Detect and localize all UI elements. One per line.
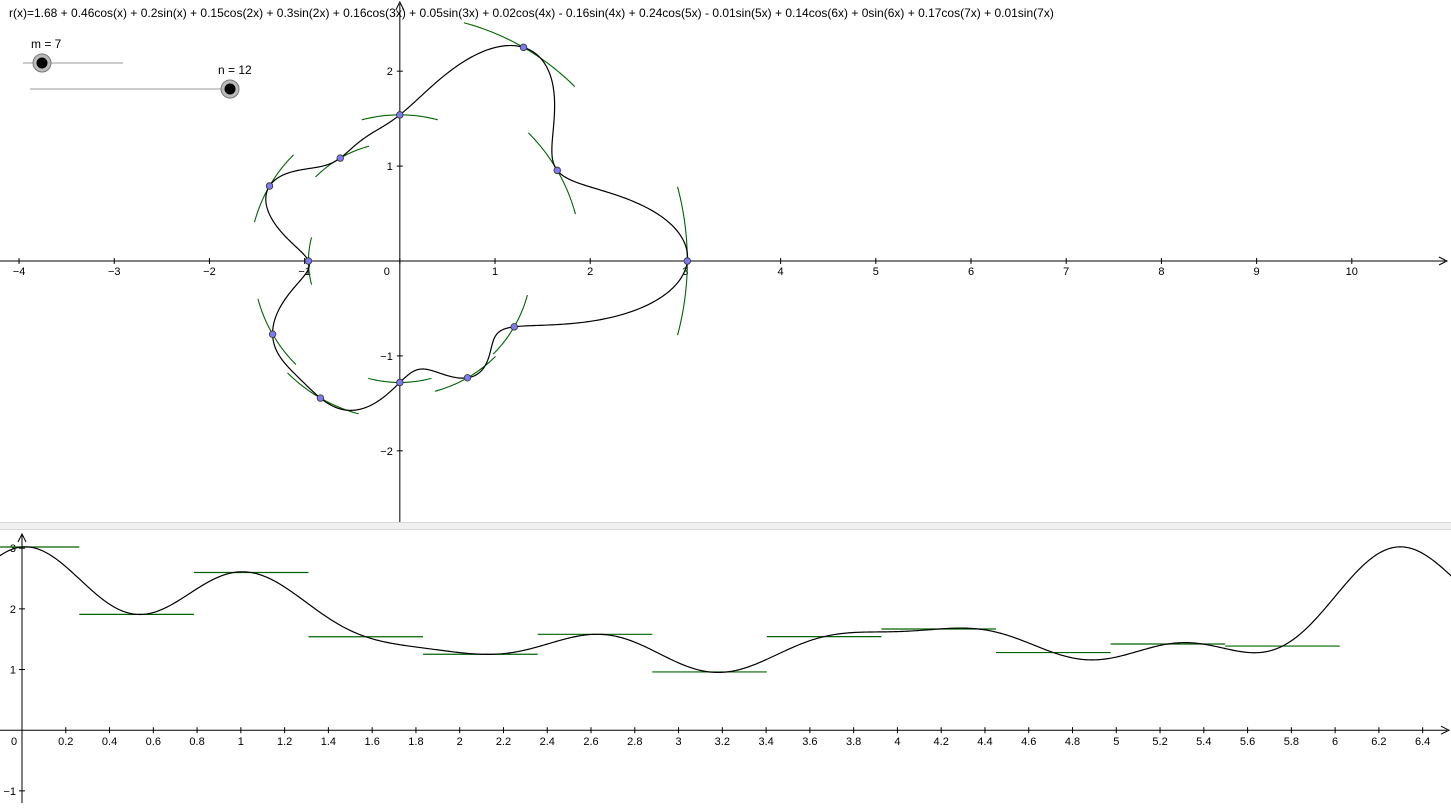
x-tick-label-bottom: 3.6 [802, 736, 817, 748]
x-tick-label-top: 7 [1063, 266, 1069, 278]
x-tick-label-top: −3 [108, 266, 121, 278]
x-tick-label-bottom: 3.4 [758, 736, 773, 748]
x-tick-label-bottom: 3.8 [846, 736, 861, 748]
sample-point[interactable] [265, 182, 274, 190]
x-tick-label-bottom: 1.2 [277, 736, 292, 748]
x-tick-label-top: −2 [203, 266, 216, 278]
sample-point[interactable] [304, 257, 313, 265]
sample-point[interactable] [519, 43, 528, 52]
graphics-view-bottom[interactable]: 0 0.2 0.4 0.6 0.8 1 1.2 1.4 1.6 1.8 2 2.2 2.4 2.6 2.8 3… [0, 530, 1451, 803]
x-tick-label-bottom: 3 [675, 736, 681, 748]
sample-point[interactable] [396, 111, 404, 119]
x-tick-label-bottom: 4.8 [1065, 736, 1080, 748]
x-tick-label-top: −4 [13, 266, 26, 278]
x-tick-label-bottom: 5.8 [1284, 736, 1299, 748]
x-tick-label-bottom: 4.6 [1021, 736, 1036, 748]
sample-point[interactable] [336, 154, 344, 162]
slider-n[interactable]: n = 12 [30, 63, 252, 99]
formula-label: r(x)=1.68 + 0.46cos(x) + 0.2sin(x) + 0.1… [9, 6, 1054, 20]
x-tick-label-top: 2 [587, 266, 593, 278]
slider-n-label: n = 12 [218, 63, 252, 77]
x-tick-label-bottom: 1.8 [408, 736, 423, 748]
x-tick-label-bottom: 3.2 [715, 736, 730, 748]
x-tick-label-top: 6 [968, 266, 974, 278]
x-tick-label-bottom: 0.8 [189, 736, 204, 748]
slider-m-label: m = 7 [31, 37, 62, 51]
x-tick-label-top: 10 [1346, 266, 1358, 278]
polar-curve [265, 44, 689, 411]
x-tick-label-top: 8 [1158, 266, 1164, 278]
x-tick-label-top: 1 [492, 266, 498, 278]
step-segments [0, 546, 1340, 673]
x-tick-label-bottom: 6.2 [1371, 736, 1386, 748]
x-tick-label-bottom: 0 [11, 736, 17, 748]
polar-plot[interactable]: r(x)=1.68 + 0.46cos(x) + 0.2sin(x) + 0.1… [0, 0, 1451, 522]
graphics-view-top[interactable]: r(x)=1.68 + 0.46cos(x) + 0.2sin(x) + 0.1… [0, 0, 1451, 522]
tangent-arc [287, 372, 359, 415]
x-tick-label-bottom: 1.4 [321, 736, 336, 748]
slider-m[interactable]: m = 7 [23, 37, 123, 73]
x-tick-label-bottom: 2 [457, 736, 463, 748]
tangent-arc [463, 22, 576, 87]
sample-point[interactable] [510, 323, 518, 331]
tangent-segments-top [253, 22, 688, 415]
cartesian-plot[interactable]: 0 0.2 0.4 0.6 0.8 1 1.2 1.4 1.6 1.8 2 2.2 2.4 2.6 2.8 3… [0, 530, 1451, 803]
slider-m-knob[interactable] [32, 53, 52, 73]
sample-point[interactable] [683, 257, 692, 265]
x-tick-label-bottom: 5.4 [1196, 736, 1211, 748]
x-tick-label-bottom: 2.2 [496, 736, 511, 748]
tangent-arc [253, 154, 294, 223]
x-tick-label-top: 5 [873, 266, 879, 278]
x-tick-label-bottom: 2.6 [583, 736, 598, 748]
y-tick-label-top: 2 [387, 66, 393, 78]
sample-point[interactable] [463, 374, 472, 382]
x-tick-label-top: 0 [384, 266, 390, 278]
sample-point[interactable] [396, 378, 404, 387]
tangent-arc [434, 355, 496, 392]
y-tick-label-bottom: 2 [10, 604, 16, 616]
x-tick-label-bottom: 2.8 [627, 736, 642, 748]
slider-n-knob[interactable] [220, 79, 240, 99]
y-tick-label-bottom: 1 [10, 665, 16, 677]
sample-points[interactable] [265, 43, 692, 402]
y-tick-label-top: −2 [380, 446, 393, 458]
x-tick-label-bottom: 4 [894, 736, 900, 748]
x-tick-label-top: 9 [1254, 266, 1260, 278]
y-tick-label-top: −1 [380, 351, 393, 363]
y-tick-label-top: 1 [387, 161, 393, 173]
tangent-arc [315, 145, 370, 178]
x-tick-label-bottom: 0.2 [58, 736, 73, 748]
tangent-arc [257, 298, 297, 365]
axes-bottom: 0 0.2 0.4 0.6 0.8 1 1.2 1.4 1.6 1.8 2 2.2 2.4 2.6 2.8 3… [0, 532, 1451, 803]
axes-top: −4 −3 −2 −1 0 1 2 3 4 5 6 7 8 9 1021−1−2 [0, 0, 1449, 522]
x-tick-label-bottom: 1.6 [365, 736, 380, 748]
x-tick-label-bottom: 1 [238, 736, 244, 748]
sample-point[interactable] [316, 394, 325, 402]
x-tick-label-bottom: 5 [1113, 736, 1119, 748]
sample-point[interactable] [268, 330, 277, 338]
x-tick-label-bottom: 6.4 [1415, 736, 1430, 748]
view-splitter[interactable] [0, 522, 1451, 530]
sample-point[interactable] [553, 166, 561, 175]
x-tick-label-top: 4 [778, 266, 784, 278]
x-tick-label-bottom: 6 [1332, 736, 1338, 748]
tangent-arc [492, 294, 528, 355]
x-tick-label-bottom: 5.6 [1240, 736, 1255, 748]
x-tick-label-bottom: 0.4 [102, 736, 117, 748]
x-tick-label-bottom: 5.2 [1152, 736, 1167, 748]
x-tick-label-bottom: 4.4 [977, 736, 992, 748]
x-tick-label-bottom: 0.6 [146, 736, 161, 748]
x-tick-label-bottom: 4.2 [934, 736, 949, 748]
function-curve [0, 546, 1451, 674]
y-tick-label-bottom: −1 [3, 786, 16, 798]
x-tick-label-bottom: 2.4 [540, 736, 555, 748]
